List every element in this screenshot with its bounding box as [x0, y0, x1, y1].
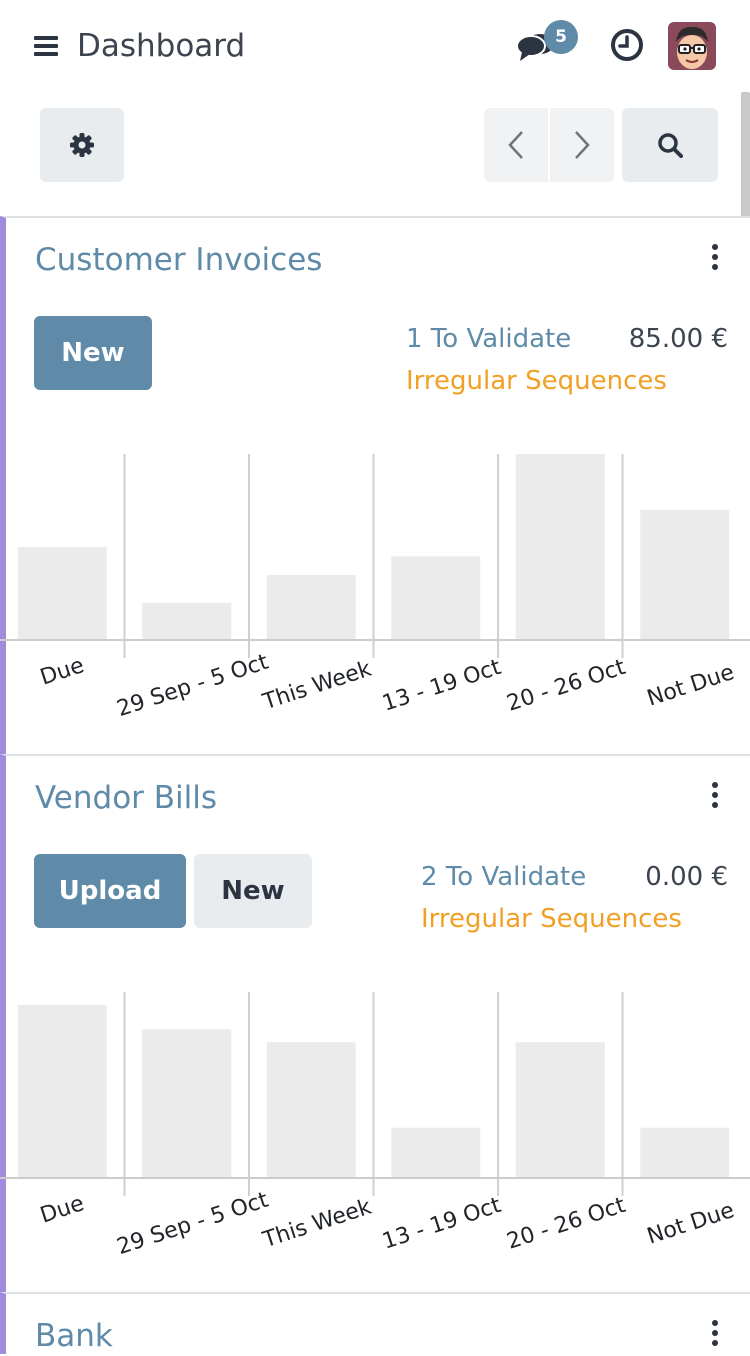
page-title: Dashboard [77, 28, 246, 64]
chart-tick-label: Due [37, 653, 87, 691]
menu-icon[interactable] [34, 36, 58, 56]
activities-button[interactable] [610, 28, 644, 62]
journal-card-customer-invoices: Customer Invoices New 1 To Validate 85.0… [0, 216, 750, 756]
top-navbar: Dashboard 5 [0, 0, 750, 92]
chart-tick-label: This Week [259, 1195, 375, 1254]
chart-bar[interactable] [391, 1127, 481, 1178]
to-validate-amount: 85.00 € [628, 324, 728, 354]
kebab-menu-icon[interactable] [708, 782, 722, 808]
kebab-menu-icon[interactable] [708, 244, 722, 270]
chart-tick-label: 13 - 19 Oct [379, 1193, 504, 1255]
chart-bar[interactable] [17, 1005, 107, 1178]
next-page-button[interactable] [550, 108, 614, 182]
clock-icon [611, 29, 643, 61]
chart-tick-label: 29 Sep - 5 Oct [114, 1187, 272, 1260]
chart-tick-label: This Week [259, 657, 375, 716]
chart-tick-label: 20 - 26 Oct [504, 1193, 629, 1255]
to-validate-link[interactable]: 1 To Validate [406, 322, 571, 356]
kebab-menu-icon[interactable] [708, 1320, 722, 1346]
chart-tick-label: 29 Sep - 5 Oct [114, 649, 272, 722]
journal-title[interactable]: Bank [35, 1316, 113, 1356]
chart-bar[interactable] [515, 1042, 605, 1178]
journal-card-bank: Bank [0, 1292, 750, 1354]
to-validate-link[interactable]: 2 To Validate [421, 860, 586, 894]
irregular-sequences-link[interactable]: Irregular Sequences [406, 364, 667, 398]
chart-bar[interactable] [515, 454, 605, 640]
irregular-sequences-link[interactable]: Irregular Sequences [421, 902, 682, 936]
control-panel [0, 92, 750, 216]
search-button[interactable] [622, 108, 718, 182]
search-icon [658, 133, 683, 158]
bar-chart: Due 29 Sep - 5 OctThis Week 13 - 19 Oct 20 … [0, 992, 750, 1260]
previous-page-button[interactable] [484, 108, 548, 182]
chart-bar[interactable] [640, 1127, 730, 1178]
chart-bar[interactable] [266, 574, 356, 640]
chart-tick-label: Not Due [644, 660, 737, 712]
chart-tick-label: 13 - 19 Oct [379, 655, 504, 717]
gear-icon [70, 133, 94, 157]
chevron-left-icon [508, 131, 523, 159]
chevron-right-icon [575, 131, 590, 159]
chart-bar[interactable] [391, 556, 481, 640]
journal-bar-chart: Due 29 Sep - 5 Oct This Week 13 - 19 Oct 20 … [0, 454, 750, 754]
journal-title[interactable]: Vendor Bills [35, 778, 217, 818]
journal-title[interactable]: Customer Invoices [35, 240, 322, 280]
bar-chart: Due 29 Sep - 5 OctThis Week 13 - 19 Oct 20 … [0, 454, 750, 722]
chart-tick-label: 20 - 26 Oct [504, 655, 629, 717]
new-invoice-button[interactable]: New [34, 316, 152, 390]
chart-bar[interactable] [17, 547, 107, 640]
upload-bill-button[interactable]: Upload [34, 854, 186, 928]
journal-bar-chart: Due 29 Sep - 5 Oct This Week 13 - 19 Oct 20 … [0, 992, 750, 1292]
chart-tick-label: Not Due [644, 1198, 737, 1250]
chart-bar[interactable] [142, 602, 232, 640]
new-bill-button[interactable]: New [194, 854, 312, 928]
settings-button[interactable] [40, 108, 124, 182]
chart-tick-label: Due [37, 1191, 87, 1229]
chart-bar[interactable] [640, 509, 730, 640]
to-validate-amount: 0.00 € [645, 862, 728, 892]
messages-count-badge: 5 [544, 20, 578, 54]
chart-bar[interactable] [266, 1042, 356, 1178]
chart-bar[interactable] [142, 1029, 232, 1178]
journal-card-vendor-bills: Vendor Bills Upload New 2 To Validate 0.… [0, 754, 750, 1294]
user-avatar[interactable] [668, 22, 716, 70]
